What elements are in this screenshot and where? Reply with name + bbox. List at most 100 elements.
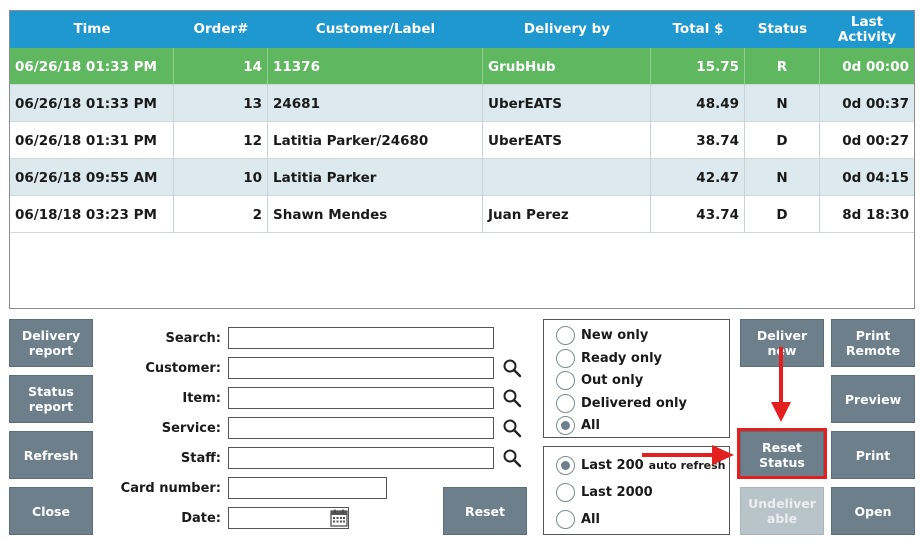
search-label: Search:	[165, 331, 221, 346]
cell-order: 10	[174, 159, 268, 196]
col-order-header[interactable]: Order#	[174, 11, 268, 48]
cell-total: 43.74	[651, 196, 745, 233]
customer-search-icon[interactable]	[502, 358, 522, 378]
cell-customer: Shawn Mendes	[268, 196, 483, 233]
col-delivery-header[interactable]: Delivery by	[483, 11, 651, 48]
cell-status: N	[745, 159, 820, 196]
radio-label: New only	[581, 327, 649, 343]
cell-total: 48.49	[651, 85, 745, 122]
cell-time: 06/26/18 01:33 PM	[10, 48, 174, 85]
table-row[interactable]: 06/18/18 03:23 PM 2 Shawn Mendes Juan Pe…	[10, 196, 914, 233]
radio-label: Out only	[581, 372, 644, 388]
cell-order: 14	[174, 48, 268, 85]
radio-label: Last 200	[581, 457, 644, 473]
col-status-header[interactable]: Status	[745, 11, 820, 48]
radio-circle[interactable]	[556, 509, 575, 529]
radio-ready-only[interactable]: Ready only	[556, 348, 662, 368]
cell-status: D	[745, 196, 820, 233]
customer-input[interactable]	[228, 357, 494, 379]
table-row[interactable]: 06/26/18 01:33 PM 14 11376 GrubHub 15.75…	[10, 48, 914, 85]
card-number-input[interactable]	[228, 477, 387, 499]
item-search-icon[interactable]	[502, 388, 522, 408]
refresh-button[interactable]: Refresh	[9, 431, 93, 479]
cell-status: N	[745, 85, 820, 122]
radio-circle[interactable]	[556, 348, 575, 368]
undeliverable-button[interactable]: Undeliver able	[740, 487, 824, 535]
staff-label: Staff:	[180, 451, 221, 466]
service-input[interactable]	[228, 417, 494, 439]
reset-status-highlight	[737, 428, 827, 479]
radio-label: Ready only	[581, 350, 663, 366]
auto-refresh-note: auto refresh	[648, 458, 726, 472]
cell-last-activity: 0d 00:27	[842, 132, 909, 149]
print-button[interactable]: Print	[831, 431, 915, 479]
cell-total: 42.47	[651, 159, 745, 196]
arrow-down-icon	[771, 402, 791, 422]
reset-button[interactable]: Reset	[443, 487, 527, 535]
radio-circle[interactable]	[556, 325, 575, 345]
delivery-report-button[interactable]: Delivery report	[9, 319, 93, 367]
cell-delivery: UberEATS	[483, 85, 651, 122]
item-label: Item:	[182, 391, 221, 406]
col-time-header[interactable]: Time	[10, 11, 174, 48]
radio-circle-selected[interactable]	[556, 415, 575, 435]
radio-label: All	[581, 511, 600, 527]
radio-range-all[interactable]: All	[556, 509, 600, 529]
radio-delivered-only[interactable]: Delivered only	[556, 393, 687, 413]
radio-label: Last 2000	[581, 484, 653, 500]
cell-delivery: Juan Perez	[483, 196, 651, 233]
card-number-label: Card number:	[120, 481, 221, 496]
table-row[interactable]: 06/26/18 01:31 PM 12 Latitia Parker/2468…	[10, 122, 914, 159]
cell-time: 06/26/18 01:33 PM	[10, 85, 174, 122]
print-remote-button[interactable]: Print Remote	[831, 319, 915, 367]
preview-button[interactable]: Preview	[831, 375, 915, 423]
radio-last-2000[interactable]: Last 2000	[556, 482, 653, 502]
status-filter-group: New only Ready only Out only Delivered o…	[543, 319, 730, 438]
cell-time: 06/26/18 01:31 PM	[10, 122, 174, 159]
staff-search-icon[interactable]	[502, 448, 522, 468]
cell-delivery: GrubHub	[483, 48, 651, 85]
col-customer-header[interactable]: Customer/Label	[268, 11, 483, 48]
staff-input[interactable]	[228, 447, 494, 469]
item-input[interactable]	[228, 387, 494, 409]
radio-circle[interactable]	[556, 370, 575, 390]
radio-out-only[interactable]: Out only	[556, 370, 643, 390]
customer-label: Customer:	[145, 361, 221, 376]
table-row[interactable]: 06/26/18 01:33 PM 13 24681 UberEATS 48.4…	[10, 85, 914, 122]
cell-order: 13	[174, 85, 268, 122]
cell-status: R	[745, 48, 820, 85]
cell-time: 06/26/18 09:55 AM	[10, 159, 174, 196]
radio-last-200[interactable]: Last 200 auto refresh	[556, 455, 726, 475]
cell-delivery: UberEATS	[483, 122, 651, 159]
cell-customer: 11376	[268, 48, 483, 85]
search-input[interactable]	[228, 327, 494, 349]
radio-status-all[interactable]: All	[556, 415, 600, 435]
radio-circle-selected[interactable]	[556, 455, 575, 475]
cell-status: D	[745, 122, 820, 159]
open-button[interactable]: Open	[831, 487, 915, 535]
deliver-new-button[interactable]: Deliver new	[740, 319, 824, 367]
service-search-icon[interactable]	[502, 418, 522, 438]
close-button[interactable]: Close	[9, 487, 93, 535]
cell-customer: Latitia Parker	[268, 159, 483, 196]
cell-order: 12	[174, 122, 268, 159]
cell-last-activity: 0d 04:15	[842, 169, 909, 186]
radio-label: All	[581, 417, 600, 433]
radio-new-only[interactable]: New only	[556, 325, 648, 345]
status-report-button[interactable]: Status report	[9, 375, 93, 423]
table-header: Time Order# Customer/Label Delivery by T…	[10, 11, 914, 48]
calendar-icon[interactable]	[330, 509, 348, 527]
radio-label: Delivered only	[581, 395, 687, 411]
cell-last-activity: 0d 00:37	[842, 95, 909, 112]
col-last-activity-header[interactable]: Last Activity	[820, 11, 914, 48]
radio-circle[interactable]	[556, 393, 575, 413]
cell-customer: 24681	[268, 85, 483, 122]
cell-last-activity: 8d 18:30	[842, 206, 909, 223]
radio-circle[interactable]	[556, 482, 575, 502]
service-label: Service:	[161, 421, 221, 436]
table-row[interactable]: 06/26/18 09:55 AM 10 Latitia Parker 42.4…	[10, 159, 914, 196]
col-total-header[interactable]: Total $	[651, 11, 745, 48]
date-label: Date:	[181, 511, 221, 526]
cell-customer: Latitia Parker/24680	[268, 122, 483, 159]
cell-time: 06/18/18 03:23 PM	[10, 196, 174, 233]
